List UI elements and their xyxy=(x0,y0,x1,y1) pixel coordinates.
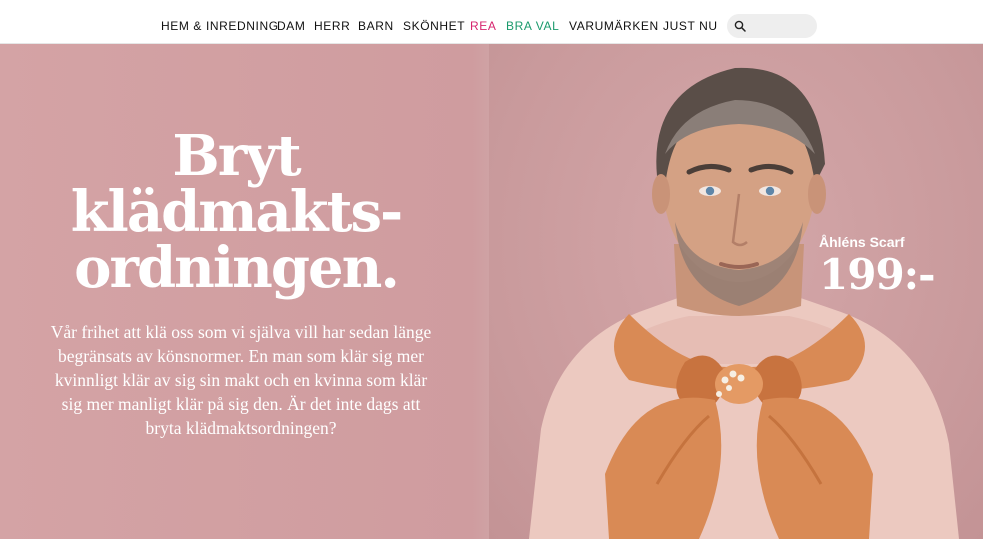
nav-item-bra-val[interactable]: BRA VAL xyxy=(506,19,559,33)
hero-headline: Bryt klädmakts- ordningen. xyxy=(56,128,416,296)
headline-line: ordningen. xyxy=(74,235,400,301)
nav-item-varumarken[interactable]: VARUMÄRKEN xyxy=(569,19,659,33)
search-icon[interactable] xyxy=(734,20,746,32)
top-navigation: HEM & INREDNING DAM HERR BARN SKÖNHET RE… xyxy=(0,0,983,44)
nav-item-rea[interactable]: REA xyxy=(470,19,496,33)
search-input[interactable] xyxy=(751,16,815,38)
nav-item-hem-inredning[interactable]: HEM & INREDNING xyxy=(161,19,279,33)
headline-line: klädmakts- xyxy=(70,179,404,245)
hero-body-text: Vår frihet att klä oss som vi själva vil… xyxy=(50,322,432,438)
headline-line: Bryt xyxy=(172,123,301,189)
nav-item-dam[interactable]: DAM xyxy=(277,19,305,33)
nav-item-herr[interactable]: HERR xyxy=(314,19,350,33)
nav-item-barn[interactable]: BARN xyxy=(358,19,394,33)
product-price: 199:- xyxy=(819,250,936,299)
nav-item-just-nu[interactable]: JUST NU xyxy=(663,19,718,33)
search-box[interactable] xyxy=(727,14,817,38)
hero-banner[interactable]: Bryt klädmakts- ordningen. Vår frihet at… xyxy=(0,44,983,539)
nav-item-skonhet[interactable]: SKÖNHET xyxy=(403,19,465,33)
product-name: Åhléns Scarf xyxy=(819,234,905,250)
